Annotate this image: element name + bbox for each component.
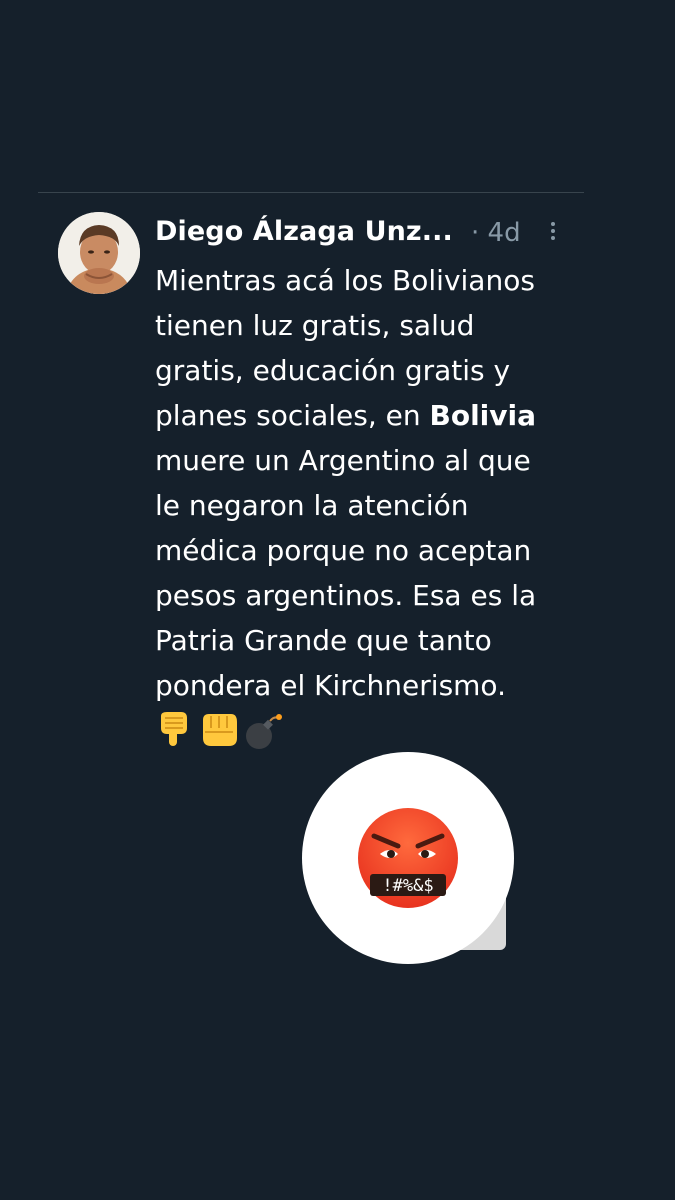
tweet-line: gratis, educación gratis y <box>155 354 511 387</box>
tweet-bold-word: Bolivia <box>429 399 537 432</box>
tweet-line: Patria Grande que tanto <box>155 624 492 657</box>
tweet-line: le negaron la atención <box>155 489 469 522</box>
tweet-line: Mientras acá los Bolivianos <box>155 264 535 297</box>
angry-cursing-face-icon: !#%&$ <box>358 808 458 908</box>
author-name[interactable]: Diego Álzaga Unz... <box>155 216 453 247</box>
tweet-body: Mientras acá los Bolivianos tienen luz g… <box>155 258 575 753</box>
tweet-line: pondera el Kirchnerismo. <box>155 669 506 702</box>
tweet-line: muere un Argentino al que <box>155 444 531 477</box>
tweet-line-text: planes sociales, en <box>155 399 430 432</box>
avatar[interactable] <box>58 212 140 294</box>
tweet-emojis <box>155 708 575 753</box>
cursing-symbols: !#%&$ <box>382 876 433 896</box>
more-options-icon[interactable] <box>543 220 563 250</box>
tweet-line: planes sociales, en Bolivia <box>155 393 575 438</box>
bomb-icon <box>246 714 282 749</box>
meta-separator: · <box>471 218 480 248</box>
reaction-sticker[interactable]: !#%&$ <box>302 752 514 964</box>
tweet-content: Diego Álzaga Unz... · 4d Mientras acá lo… <box>155 212 575 753</box>
tweet-time[interactable]: 4d <box>488 218 521 248</box>
pointing-down-icon <box>161 712 187 746</box>
screen: Diego Álzaga Unz... · 4d Mientras acá lo… <box>0 0 675 1200</box>
tweet-header: Diego Álzaga Unz... · 4d <box>155 212 575 252</box>
tweet-line: tienen luz gratis, salud <box>155 309 475 342</box>
divider <box>38 192 584 193</box>
fist-icon <box>203 714 237 746</box>
tweet-line: médica porque no aceptan <box>155 534 532 567</box>
tweet-line: pesos argentinos. Esa es la <box>155 579 537 612</box>
tweet-meta: · 4d <box>471 218 521 248</box>
